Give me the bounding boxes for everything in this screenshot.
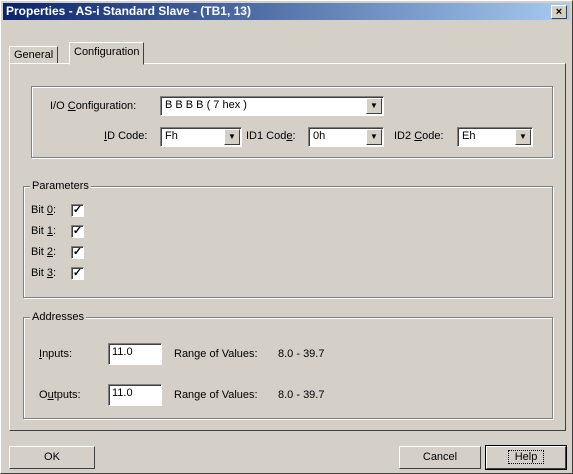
id1-code-value: 0h (313, 130, 326, 142)
id2-code-label: ID2 Code: (394, 130, 444, 142)
inputs-address-value: 11.0 (112, 346, 133, 358)
id-code-label: ID Code: (104, 130, 148, 142)
tab-general[interactable]: General (9, 46, 59, 63)
cancel-button[interactable]: Cancel (399, 446, 481, 469)
io-configuration-label: I/O Configuration: (50, 100, 137, 112)
id2-code-select[interactable]: Eh ▼ (457, 127, 533, 147)
chevron-down-icon[interactable]: ▼ (366, 98, 382, 114)
chevron-down-icon[interactable]: ▼ (366, 129, 382, 145)
bit-3-checkbox[interactable]: ✓ (71, 267, 84, 280)
window-title: Properties - AS-i Standard Slave - (TB1,… (6, 4, 251, 18)
outputs-address-value: 11.0 (112, 387, 133, 399)
help-button-label: Help (507, 450, 545, 464)
tab-general-label: General (14, 49, 54, 61)
id1-code-label: ID1 Code: (246, 130, 296, 142)
id1-code-select[interactable]: 0h ▼ (308, 127, 384, 147)
configuration-panel: I/O Configuration: B B B B ( 7 hex ) ▼ I… (9, 63, 566, 431)
id2-code-value: Eh (462, 130, 476, 142)
tab-configuration-label: Configuration (74, 46, 140, 58)
tab-configuration[interactable]: Configuration (69, 42, 145, 65)
inputs-label: Inputs: (39, 348, 73, 360)
inputs-range-label: Range of Values: (174, 348, 258, 360)
outputs-range-label: Range of Values: (174, 389, 258, 401)
parameters-legend: Parameters (30, 180, 91, 192)
chevron-down-icon[interactable]: ▼ (515, 129, 531, 145)
io-configuration-select[interactable]: B B B B ( 7 hex ) ▼ (160, 96, 384, 116)
outputs-address-field[interactable]: 11.0 (108, 384, 162, 406)
title-bar[interactable]: Properties - AS-i Standard Slave - (TB1,… (3, 3, 570, 20)
chevron-down-icon[interactable]: ▼ (224, 129, 240, 145)
id-code-value: Fh (165, 130, 178, 142)
properties-dialog: Properties - AS-i Standard Slave - (TB1,… (0, 0, 573, 474)
io-configuration-value: B B B B ( 7 hex ) (165, 99, 247, 111)
parameters-group: Parameters Bit 0: ✓ Bit 1: ✓ Bit 2: ✓ Bi… (23, 180, 553, 298)
bit-0-label: Bit 0: (31, 204, 57, 216)
ok-button[interactable]: OK (9, 446, 95, 469)
inputs-address-field[interactable]: 11.0 (108, 343, 162, 365)
outputs-label: Outputs: (39, 389, 81, 401)
outputs-range-value: 8.0 - 39.7 (278, 389, 325, 401)
help-button[interactable]: Help (485, 445, 567, 470)
bit-2-label: Bit 2: (31, 246, 57, 258)
bit-3-label: Bit 3: (31, 267, 57, 279)
bit-0-checkbox[interactable]: ✓ (71, 204, 84, 217)
bit-1-label: Bit 1: (31, 225, 57, 237)
close-button[interactable]: × (551, 5, 567, 19)
bit-2-checkbox[interactable]: ✓ (71, 246, 84, 259)
io-config-group: I/O Configuration: B B B B ( 7 hex ) ▼ I… (31, 86, 553, 158)
addresses-legend: Addresses (30, 311, 86, 323)
bit-1-checkbox[interactable]: ✓ (71, 225, 84, 238)
inputs-range-value: 8.0 - 39.7 (278, 348, 325, 360)
id-code-select[interactable]: Fh ▼ (160, 127, 242, 147)
addresses-group: Addresses Inputs: 11.0 Range of Values: … (23, 311, 553, 419)
